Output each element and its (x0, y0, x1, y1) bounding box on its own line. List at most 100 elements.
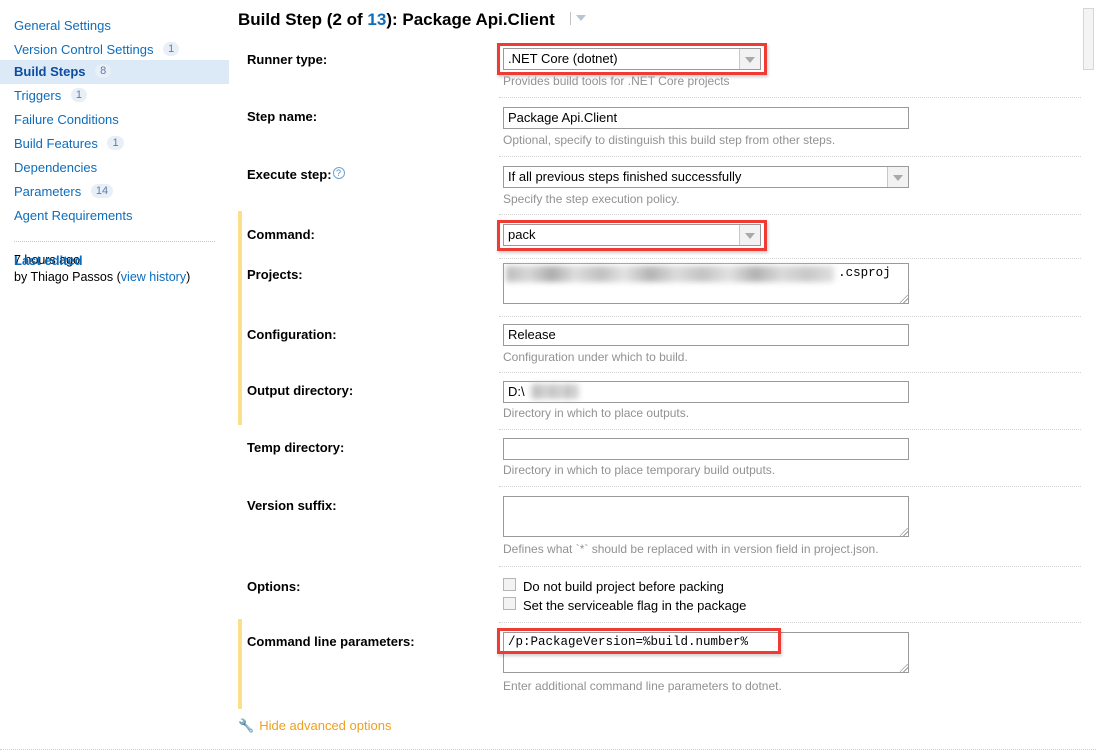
sidebar-item-label: Triggers (14, 88, 62, 103)
scrollbar-thumb[interactable] (1083, 8, 1094, 70)
runner-type-select[interactable]: .NET Core (dotnet) (503, 48, 761, 70)
sidebar-item-version-control-settings[interactable]: Version Control Settings 1 (0, 38, 229, 62)
sidebar-item-label: Build Features (14, 136, 98, 151)
version-suffix-textarea[interactable] (503, 496, 909, 537)
view-history-link[interactable]: view history (121, 270, 186, 284)
execute-step-value: If all previous steps finished successfu… (508, 169, 742, 184)
title-actions-menu[interactable] (569, 12, 586, 26)
sidebar-item-label: General Settings (14, 18, 111, 33)
row-divider (499, 429, 1087, 430)
execute-step-label-text: Execute step: (247, 167, 332, 182)
chevron-down-icon (739, 225, 760, 245)
sidebar-item-count: 1 (70, 88, 87, 102)
sidebar-item-parameters[interactable]: Parameters 14 (0, 180, 229, 204)
last-edited-info: Last edited 7 hours ago by Thiago Passos… (0, 252, 190, 286)
sidebar-item-general-settings[interactable]: General Settings (0, 14, 229, 38)
row-divider (499, 622, 1087, 623)
sidebar-item-count: 14 (90, 184, 114, 198)
sidebar-item-count: 8 (95, 64, 112, 78)
step-name-value: Package Api.Client (508, 110, 618, 125)
row-divider (499, 258, 1087, 259)
output-directory-hint: Directory in which to place outputs. (503, 406, 690, 420)
execute-step-select[interactable]: If all previous steps finished successfu… (503, 166, 909, 188)
step-name-hint: Optional, specify to distinguish this bu… (503, 133, 836, 147)
build-step-form: Build Step (2 of 13): Package Api.Client… (229, 0, 1096, 752)
runner-type-hint: Provides build tools for .NET Core proje… (503, 74, 730, 88)
sidebar-item-build-steps[interactable]: Build Steps 8 (0, 60, 229, 84)
row-divider (499, 97, 1087, 98)
projects-value-tail: .csproj (838, 266, 891, 280)
wrench-icon: 🔧 (238, 718, 255, 733)
sidebar-item-label: Agent Requirements (14, 208, 133, 223)
command-value: pack (508, 227, 536, 242)
runner-type-label: Runner type: (247, 52, 328, 67)
title-menu-separator (569, 12, 571, 25)
options-label: Options: (247, 579, 301, 594)
row-divider (499, 214, 1087, 215)
execute-step-hint: Specify the step execution policy. (503, 192, 680, 206)
configuration-input[interactable]: Release (503, 324, 909, 346)
temp-directory-input[interactable] (503, 438, 909, 460)
page-title-total-steps: 13 (367, 10, 387, 29)
last-edited-author: Thiago Passos (30, 270, 114, 284)
page-scrollbar[interactable] (1081, 0, 1096, 752)
execute-step-label: Execute step:? (247, 167, 345, 182)
sidebar-item-label: Parameters (14, 184, 82, 199)
temp-directory-hint: Directory in which to place temporary bu… (503, 463, 776, 477)
command-line-parameters-value: /p:PackageVersion=%build.number% (508, 635, 749, 649)
sidebar-item-build-features[interactable]: Build Features 1 (0, 132, 229, 156)
row-divider (499, 156, 1087, 157)
hide-advanced-options-link[interactable]: 🔧 Hide advanced options (238, 718, 391, 734)
chevron-down-icon (887, 167, 908, 187)
output-directory-label: Output directory: (247, 383, 354, 398)
row-divider (499, 316, 1087, 317)
step-name-input[interactable]: Package Api.Client (503, 107, 909, 129)
step-name-label: Step name: (247, 109, 318, 124)
configuration-value: Release (508, 327, 556, 342)
sidebar-item-triggers[interactable]: Triggers 1 (0, 84, 229, 108)
checkbox-do-not-build-label[interactable]: Do not build project before packing (523, 579, 724, 594)
configuration-label: Configuration: (247, 327, 337, 342)
temp-directory-label: Temp directory: (247, 440, 345, 455)
command-select[interactable]: pack (503, 224, 761, 246)
last-edited-label: Last edited (14, 253, 83, 268)
page-title-prefix: Build Step (2 of (238, 10, 368, 29)
row-divider (499, 372, 1087, 373)
page-title-suffix: ): Package Api.Client (386, 10, 555, 29)
output-directory-value-prefix: D:\ (508, 384, 525, 399)
projects-label: Projects: (247, 267, 303, 282)
sidebar-item-label: Version Control Settings (14, 42, 154, 57)
sidebar-item-dependencies[interactable]: Dependencies (0, 156, 229, 180)
configuration-hint: Configuration under which to build. (503, 350, 688, 364)
chevron-down-icon (739, 49, 760, 69)
paren-close: ) (186, 270, 191, 284)
command-line-parameters-hint: Enter additional command line parameters… (503, 679, 782, 693)
projects-textarea[interactable]: ████████████████████████████████████████… (503, 263, 909, 304)
version-suffix-hint: Defines what `*` should be replaced with… (503, 542, 879, 556)
page-title: Build Step (2 of 13): Package Api.Client (238, 10, 586, 30)
checkbox-serviceable-flag[interactable] (503, 597, 516, 610)
checkbox-serviceable-flag-label[interactable]: Set the serviceable flag in the package (523, 598, 746, 613)
command-line-parameters-label: Command line parameters: (247, 634, 415, 649)
modified-marker (238, 211, 242, 425)
hide-advanced-options-label: Hide advanced options (259, 718, 392, 733)
checkbox-do-not-build[interactable] (503, 578, 516, 591)
command-line-parameters-textarea[interactable]: /p:PackageVersion=%build.number% (503, 632, 909, 673)
sidebar-item-failure-conditions[interactable]: Failure Conditions (0, 108, 229, 132)
help-icon[interactable]: ? (332, 167, 345, 179)
version-suffix-label: Version suffix: (247, 498, 337, 513)
modified-marker (238, 619, 242, 709)
sidebar-item-count: 1 (107, 136, 124, 150)
sidebar-item-agent-requirements[interactable]: Agent Requirements (0, 204, 229, 228)
sidebar-item-count: 1 (163, 42, 180, 56)
row-divider (499, 486, 1087, 487)
command-label: Command: (247, 227, 315, 242)
sidebar-item-label: Build Steps (14, 64, 86, 79)
sidebar-item-label: Failure Conditions (14, 112, 119, 127)
output-directory-input[interactable]: D:\ (503, 381, 909, 403)
sidebar-item-label: Dependencies (14, 160, 98, 175)
runner-type-value: .NET Core (dotnet) (508, 51, 618, 66)
row-divider (499, 566, 1087, 567)
bottom-divider (0, 749, 1096, 750)
settings-sidebar: General Settings Version Control Setting… (0, 0, 229, 752)
